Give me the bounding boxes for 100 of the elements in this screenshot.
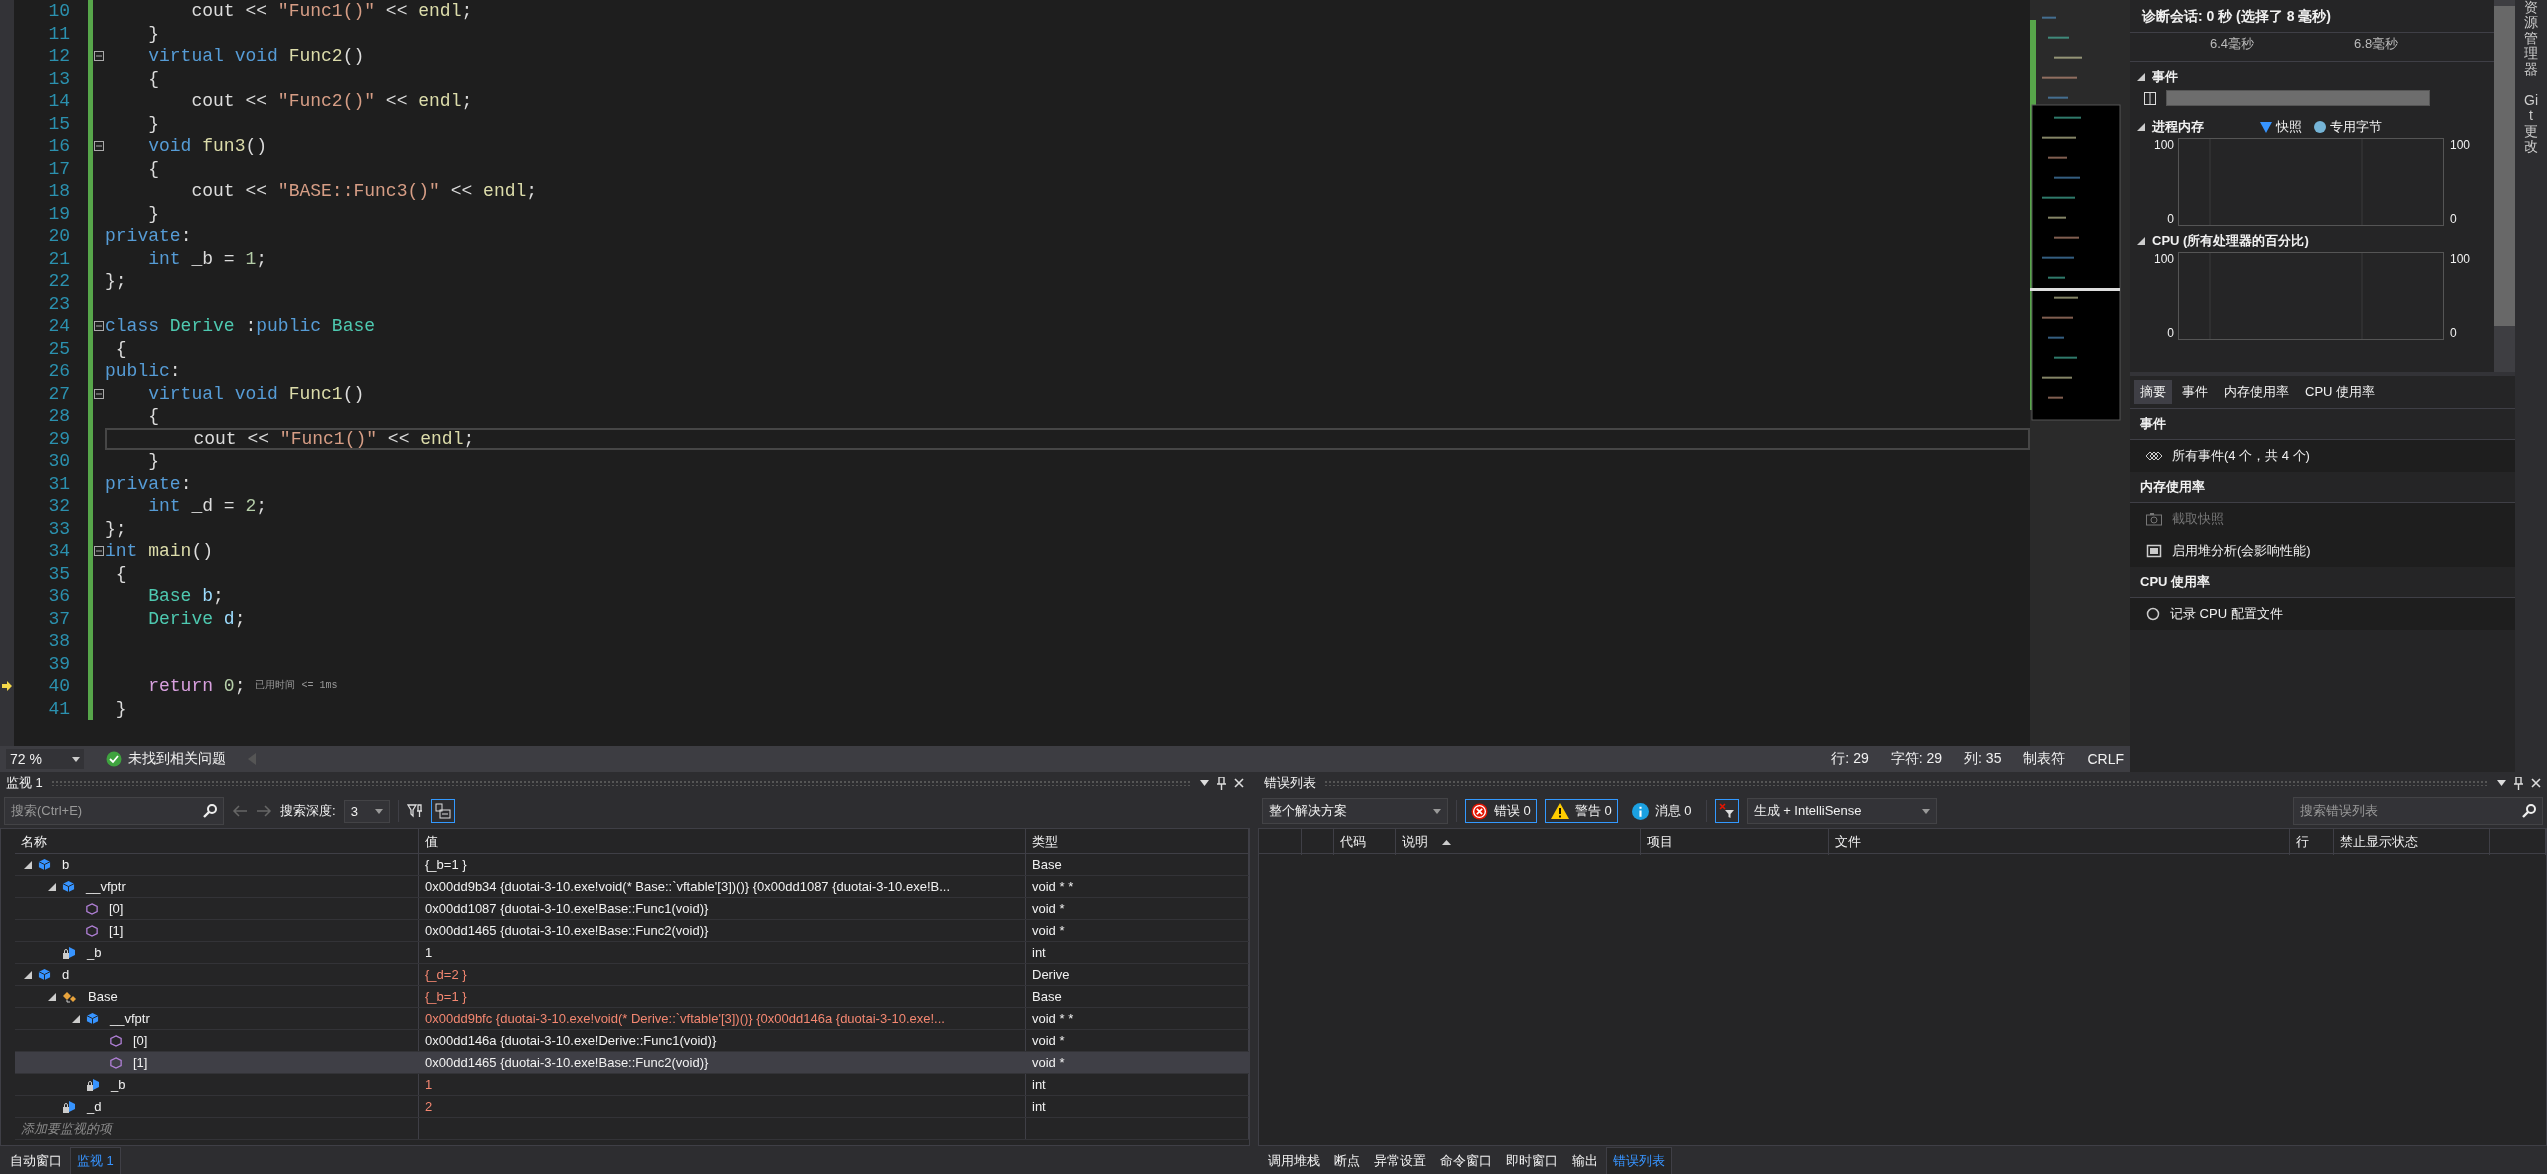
sort-ascending-icon[interactable] bbox=[1442, 839, 1451, 845]
column-header[interactable]: 类型 bbox=[1026, 829, 1249, 855]
watch-row[interactable]: __vfptr 0x00dd9b34 {duotai-3-10.exe!void(* Base::`vftable'[3])()} {0x00dd1087 {duotai-3-10.exe!B... void * * bbox=[15, 876, 1249, 898]
line-number: 38 bbox=[47, 630, 70, 653]
tab[interactable]: 错误列表 bbox=[1606, 1147, 1672, 1174]
action-link[interactable]: 记录 CPU 配置文件 bbox=[2130, 598, 2515, 630]
watch-row[interactable]: _d 2 int bbox=[15, 1096, 1249, 1118]
watch-row[interactable]: _b 1 int bbox=[15, 942, 1249, 964]
search-field[interactable]: 搜索(Ctrl+E) bbox=[4, 797, 224, 825]
legend-label: 快照 bbox=[2276, 118, 2302, 136]
tab[interactable]: 监视 1 bbox=[70, 1147, 121, 1174]
tab[interactable]: 内存使用率 bbox=[2218, 380, 2295, 404]
column-header[interactable]: 项目 bbox=[1641, 829, 1829, 855]
filter-toggle[interactable]: 警告 0 bbox=[1544, 799, 1618, 823]
column-header[interactable]: 文件 bbox=[1829, 829, 2290, 855]
clear-filter-button[interactable] bbox=[1714, 799, 1739, 823]
status-item: 制表符 bbox=[2023, 750, 2066, 768]
column-header[interactable]: 说明 bbox=[1402, 833, 1428, 851]
variable-name: __vfptr bbox=[108, 1010, 151, 1028]
pin-filter-icon[interactable] bbox=[406, 803, 423, 819]
expander-icon[interactable] bbox=[23, 969, 33, 980]
dropdown-icon[interactable] bbox=[2497, 780, 2506, 786]
watch-row[interactable]: [1] 0x00dd1465 {duotai-3-10.exe!Base::Func2(void)} void * bbox=[15, 920, 1249, 942]
action-link[interactable]: 启用堆分析(会影响性能) bbox=[2130, 535, 2515, 567]
collapse-icon[interactable] bbox=[94, 388, 104, 399]
status-item: 字符: 29 bbox=[1890, 750, 1943, 768]
expander-icon[interactable] bbox=[2136, 72, 2146, 82]
forward-arrow-icon[interactable] bbox=[256, 805, 272, 817]
code-line: }; bbox=[105, 270, 127, 293]
filter-toggle[interactable]: 错误 0 bbox=[1465, 799, 1537, 823]
status-item: 行: 29 bbox=[1831, 750, 1869, 768]
column-header[interactable]: 行 bbox=[2290, 829, 2334, 855]
code-line: { bbox=[114, 562, 127, 585]
perf-tip: 已用时间 <= 1ms bbox=[255, 679, 338, 693]
tab[interactable]: 输出 bbox=[1566, 1148, 1604, 1174]
cube-outline-icon bbox=[110, 1034, 122, 1047]
source-dropdown[interactable]: 生成 + IntelliSense bbox=[1746, 798, 1937, 824]
column-header[interactable]: 代码 bbox=[1334, 829, 1396, 855]
side-tab[interactable]: Git 更改 bbox=[2524, 92, 2538, 155]
expander-icon[interactable] bbox=[71, 1013, 81, 1024]
line-number: 15 bbox=[47, 112, 70, 135]
close-icon[interactable] bbox=[2531, 778, 2541, 788]
search-icon[interactable] bbox=[203, 804, 217, 818]
watch-row[interactable]: d {_d=2 } Derive bbox=[15, 964, 1249, 986]
tab[interactable]: 自动窗口 bbox=[4, 1148, 68, 1174]
watch-row[interactable]: [1] 0x00dd1465 {duotai-3-10.exe!Base::Func2(void)} void * bbox=[15, 1052, 1249, 1074]
axis-label: 0 bbox=[2450, 212, 2458, 226]
action-link[interactable]: 所有事件(4 个，共 4 个) bbox=[2130, 440, 2515, 472]
caret-icon bbox=[374, 808, 383, 814]
column-header[interactable]: 名称 bbox=[15, 829, 419, 855]
collapse-icon[interactable] bbox=[94, 321, 104, 332]
search-icon[interactable] bbox=[2522, 804, 2536, 818]
scrollbar-thumb[interactable] bbox=[2494, 6, 2516, 326]
add-watch-field[interactable]: 添加要监视的项 bbox=[15, 1118, 419, 1139]
dropdown-icon[interactable] bbox=[1200, 780, 1209, 786]
tab[interactable]: 命令窗口 bbox=[1434, 1148, 1498, 1174]
depth-label: 搜索深度: bbox=[280, 802, 336, 820]
expander-icon[interactable] bbox=[2136, 236, 2146, 246]
expander-icon[interactable] bbox=[23, 859, 33, 870]
watch-row[interactable]: Base {_b=1 } Base bbox=[15, 986, 1249, 1008]
pin-icon[interactable] bbox=[2514, 776, 2523, 790]
close-icon[interactable] bbox=[1234, 778, 1244, 788]
collapse-icon[interactable] bbox=[94, 546, 104, 557]
tab[interactable]: 摘要 bbox=[2134, 380, 2172, 404]
tab[interactable]: 断点 bbox=[1328, 1148, 1366, 1174]
variable-value: 1 bbox=[419, 942, 1026, 963]
zoom-dropdown[interactable]: 72 % bbox=[6, 749, 84, 769]
depth-dropdown[interactable]: 3 bbox=[343, 799, 390, 823]
tab[interactable]: 调用堆栈 bbox=[1262, 1148, 1326, 1174]
issues-status[interactable]: 未找到相关问题 bbox=[128, 750, 226, 768]
search-field[interactable]: 搜索错误列表 bbox=[2293, 797, 2543, 825]
cube-icon bbox=[62, 880, 75, 893]
warning-icon bbox=[1550, 803, 1569, 819]
pause-icon[interactable] bbox=[2144, 91, 2156, 105]
column-header[interactable]: 值 bbox=[419, 829, 1026, 855]
panel-title: 错误列表 bbox=[1264, 774, 1316, 792]
watch-row[interactable]: _b 1 int bbox=[15, 1074, 1249, 1096]
watch-row[interactable]: b {_b=1 } Base bbox=[15, 854, 1249, 876]
watch-row[interactable]: [0] 0x00dd1087 {duotai-3-10.exe!Base::Func1(void)} void * bbox=[15, 898, 1249, 920]
scope-dropdown[interactable]: 整个解决方案 bbox=[1262, 798, 1448, 824]
cube-outline-icon bbox=[110, 1056, 122, 1069]
tab[interactable]: 事件 bbox=[2176, 380, 2214, 404]
tab[interactable]: 即时窗口 bbox=[1500, 1148, 1564, 1174]
graph-title: 进程内存 bbox=[2152, 118, 2204, 136]
line-number: 25 bbox=[47, 337, 70, 360]
filter-toggle[interactable]: 消息 0 bbox=[1625, 799, 1698, 823]
pin-icon[interactable] bbox=[1217, 776, 1226, 790]
expander-icon[interactable] bbox=[47, 881, 57, 892]
watch-row[interactable]: __vfptr 0x00dd9bfc {duotai-3-10.exe!void(* Derive::`vftable'[3])()} {0x00dd146a {duotai-3-10.exe!... void * * bbox=[15, 1008, 1249, 1030]
column-header[interactable]: 禁止显示状态 bbox=[2334, 829, 2490, 855]
hex-display-button[interactable] bbox=[430, 799, 455, 823]
side-tab[interactable]: 资源管理器 bbox=[2524, 0, 2538, 77]
back-arrow-icon[interactable] bbox=[232, 805, 248, 817]
tab[interactable]: 异常设置 bbox=[1368, 1148, 1432, 1174]
variable-value: {_b=1 } bbox=[419, 986, 1026, 1007]
expander-icon[interactable] bbox=[2136, 122, 2146, 132]
tab[interactable]: CPU 使用率 bbox=[2299, 380, 2382, 404]
collapse-icon[interactable] bbox=[94, 141, 104, 152]
expander-icon[interactable] bbox=[47, 991, 57, 1002]
collapse-icon[interactable] bbox=[94, 51, 104, 62]
